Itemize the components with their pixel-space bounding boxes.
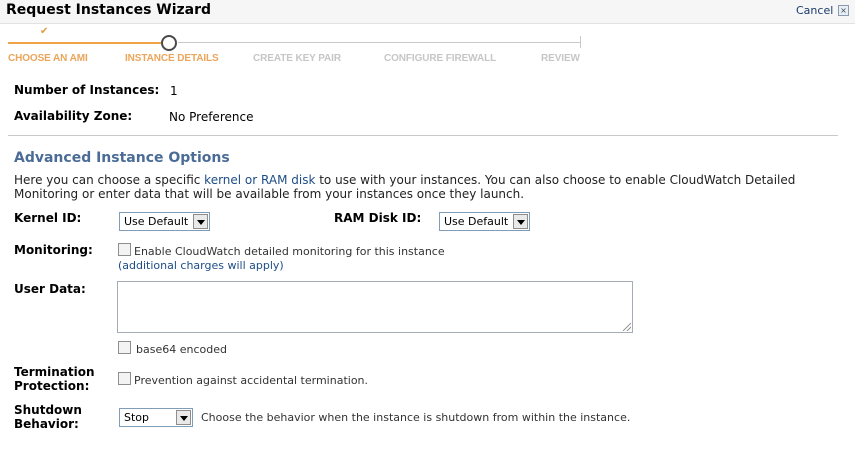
termination-protection-checkbox[interactable] xyxy=(118,372,131,385)
step-instance-details: INSTANCE DETAILS xyxy=(125,53,219,64)
ram-disk-id-select[interactable]: Use Default xyxy=(439,212,530,231)
step-configure-firewall: CONFIGURE FIREWALL xyxy=(384,53,497,64)
user-data-textarea[interactable] xyxy=(117,281,633,333)
chevron-down-icon xyxy=(193,214,208,229)
shutdown-behavior-label-line2: Behavior: xyxy=(14,417,79,431)
kernel-id-label: Kernel ID: xyxy=(14,211,82,225)
termination-protection-label-line2: Protection: xyxy=(14,379,90,393)
ram-disk-id-label: RAM Disk ID: xyxy=(334,211,422,225)
availability-zone-label: Availability Zone: xyxy=(14,109,133,123)
user-data-label: User Data: xyxy=(14,282,86,296)
description-text: Here you can choose a specific xyxy=(14,173,205,187)
monitoring-checkbox-label: Enable CloudWatch detailed monitoring fo… xyxy=(134,245,445,258)
advanced-options-title: Advanced Instance Options xyxy=(14,150,230,166)
monitoring-label: Monitoring: xyxy=(14,243,93,257)
instances-label: Number of Instances: xyxy=(14,83,160,97)
cancel-link[interactable]: Cancel xyxy=(796,4,833,17)
shutdown-behavior-value: Stop xyxy=(124,411,150,424)
progress-track-complete xyxy=(8,42,161,44)
availability-zone-value: No Preference xyxy=(169,110,254,124)
title-bar: Request Instances Wizard Cancel × xyxy=(0,0,855,24)
progress-track-remaining xyxy=(178,42,580,43)
base64-encoded-checkbox[interactable] xyxy=(118,341,131,354)
close-icon[interactable]: × xyxy=(838,5,849,16)
kernel-ramdisk-link[interactable]: kernel or RAM disk xyxy=(204,173,315,187)
instances-value: 1 xyxy=(170,84,178,98)
monitoring-checkbox[interactable] xyxy=(118,243,131,256)
step-create-key-pair: CREATE KEY PAIR xyxy=(253,53,341,64)
kernel-id-select[interactable]: Use Default xyxy=(119,212,210,231)
step-review: REVIEW xyxy=(541,53,580,64)
step-choose-ami: CHOOSE AN AMI xyxy=(8,53,88,64)
additional-charges-note: (additional charges will apply) xyxy=(118,259,284,272)
shutdown-behavior-help: Choose the behavior when the instance is… xyxy=(201,411,631,424)
checkmark-icon: ✔ xyxy=(40,26,49,37)
chevron-down-icon xyxy=(176,410,191,425)
termination-protection-checkbox-label: Prevention against accidental terminatio… xyxy=(134,374,369,387)
kernel-id-value: Use Default xyxy=(124,215,189,228)
progress-track-end xyxy=(580,36,581,48)
shutdown-behavior-label-line1: Shutdown xyxy=(14,403,82,417)
ram-disk-id-value: Use Default xyxy=(444,215,509,228)
advanced-options-description: Here you can choose a specific kernel or… xyxy=(14,173,804,201)
chevron-down-icon xyxy=(513,214,528,229)
shutdown-behavior-select[interactable]: Stop xyxy=(119,408,193,427)
termination-protection-label-line1: Termination xyxy=(14,365,95,379)
current-step-marker xyxy=(161,35,177,51)
wizard-title: Request Instances Wizard xyxy=(6,2,212,18)
resize-grip-icon[interactable] xyxy=(623,323,631,331)
section-divider xyxy=(8,135,838,136)
base64-encoded-label: base64 encoded xyxy=(136,343,227,356)
